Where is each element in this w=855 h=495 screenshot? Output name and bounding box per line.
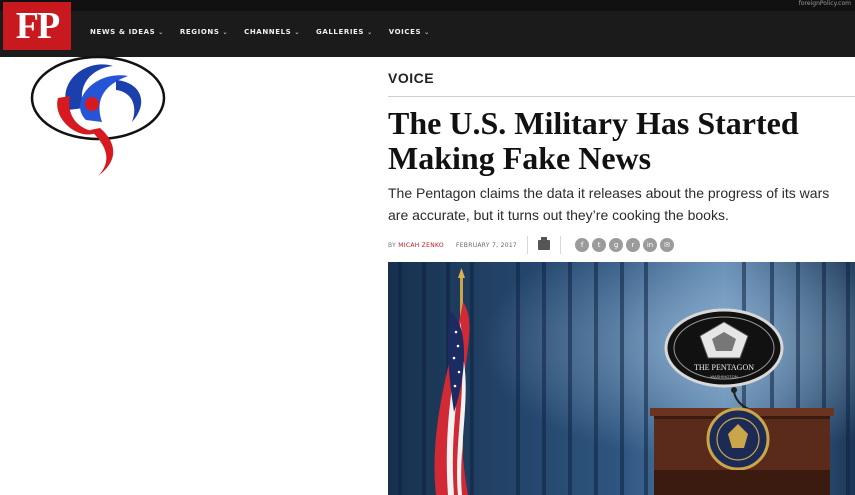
top-navbar: foreignPolicy.com FP NEWS & IDEAS ⌄ REGI…: [0, 0, 855, 57]
section-divider: [388, 96, 855, 97]
publish-date: FEBRUARY 7, 2017: [455, 241, 518, 249]
seal-subtitle: WASHINGTON: [710, 374, 737, 379]
linkedin-icon[interactable]: in: [643, 238, 658, 252]
nav-label: VOICES: [388, 28, 422, 36]
chevron-down-icon: ⌄: [222, 28, 229, 36]
article-dek: The Pentagon claims the data it releases…: [388, 185, 830, 223]
nav-regions[interactable]: REGIONS ⌄: [180, 28, 228, 36]
article-headline: The U.S. Military Has Started Making Fak…: [388, 106, 855, 176]
divider: [527, 236, 529, 254]
facebook-icon[interactable]: f: [575, 238, 590, 252]
print-icon[interactable]: [538, 237, 551, 250]
googleplus-icon[interactable]: g: [609, 238, 624, 252]
podium: [650, 407, 834, 495]
browser-strip: [0, 0, 855, 11]
divider: [560, 236, 562, 254]
twitter-icon[interactable]: t: [592, 238, 607, 252]
headline-line-1: The U.S. Military Has Started: [388, 105, 799, 141]
fp-logo[interactable]: FP: [3, 2, 71, 50]
seal-title: THE PENTAGON: [694, 363, 754, 372]
site-url: foreignPolicy.com: [798, 0, 851, 7]
nav-channels[interactable]: CHANNELS ⌄: [244, 28, 300, 36]
main-nav: NEWS & IDEAS ⌄ REGIONS ⌄ CHANNELS ⌄ GALL…: [90, 28, 430, 36]
chevron-down-icon: ⌄: [158, 28, 164, 36]
reddit-icon[interactable]: r: [626, 238, 641, 252]
nav-label: NEWS & IDEAS: [90, 28, 156, 36]
nav-label: REGIONS: [179, 28, 220, 36]
nav-galleries[interactable]: GALLERIES ⌄: [316, 28, 373, 36]
chevron-down-icon: ⌄: [367, 28, 373, 36]
article-meta: BY MICAH ZENKO FEBRUARY 7, 2017 f t g r …: [388, 235, 855, 255]
chevron-down-icon: ⌄: [424, 28, 430, 36]
nav-news-ideas[interactable]: NEWS & IDEAS ⌄: [90, 28, 164, 36]
nav-label: GALLERIES: [315, 28, 365, 36]
byline: BY MICAH ZENKO: [388, 242, 444, 249]
author-link[interactable]: MICAH ZENKO: [398, 242, 444, 249]
hero-image: THE PENTAGON WASHINGTON: [388, 262, 855, 495]
byline-prefix: BY: [388, 241, 397, 249]
channel-logo-watermark: [30, 55, 166, 176]
section-label[interactable]: VOICE: [388, 70, 434, 86]
headline-line-2: Making Fake News: [388, 140, 652, 176]
email-icon[interactable]: ✉: [660, 238, 675, 252]
share-buttons: f t g r in ✉: [575, 238, 675, 252]
chevron-down-icon: ⌄: [294, 28, 300, 36]
nav-label: CHANNELS: [244, 28, 292, 36]
nav-voices[interactable]: VOICES ⌄: [389, 28, 430, 36]
pentagon-seal: THE PENTAGON WASHINGTON: [664, 308, 784, 388]
